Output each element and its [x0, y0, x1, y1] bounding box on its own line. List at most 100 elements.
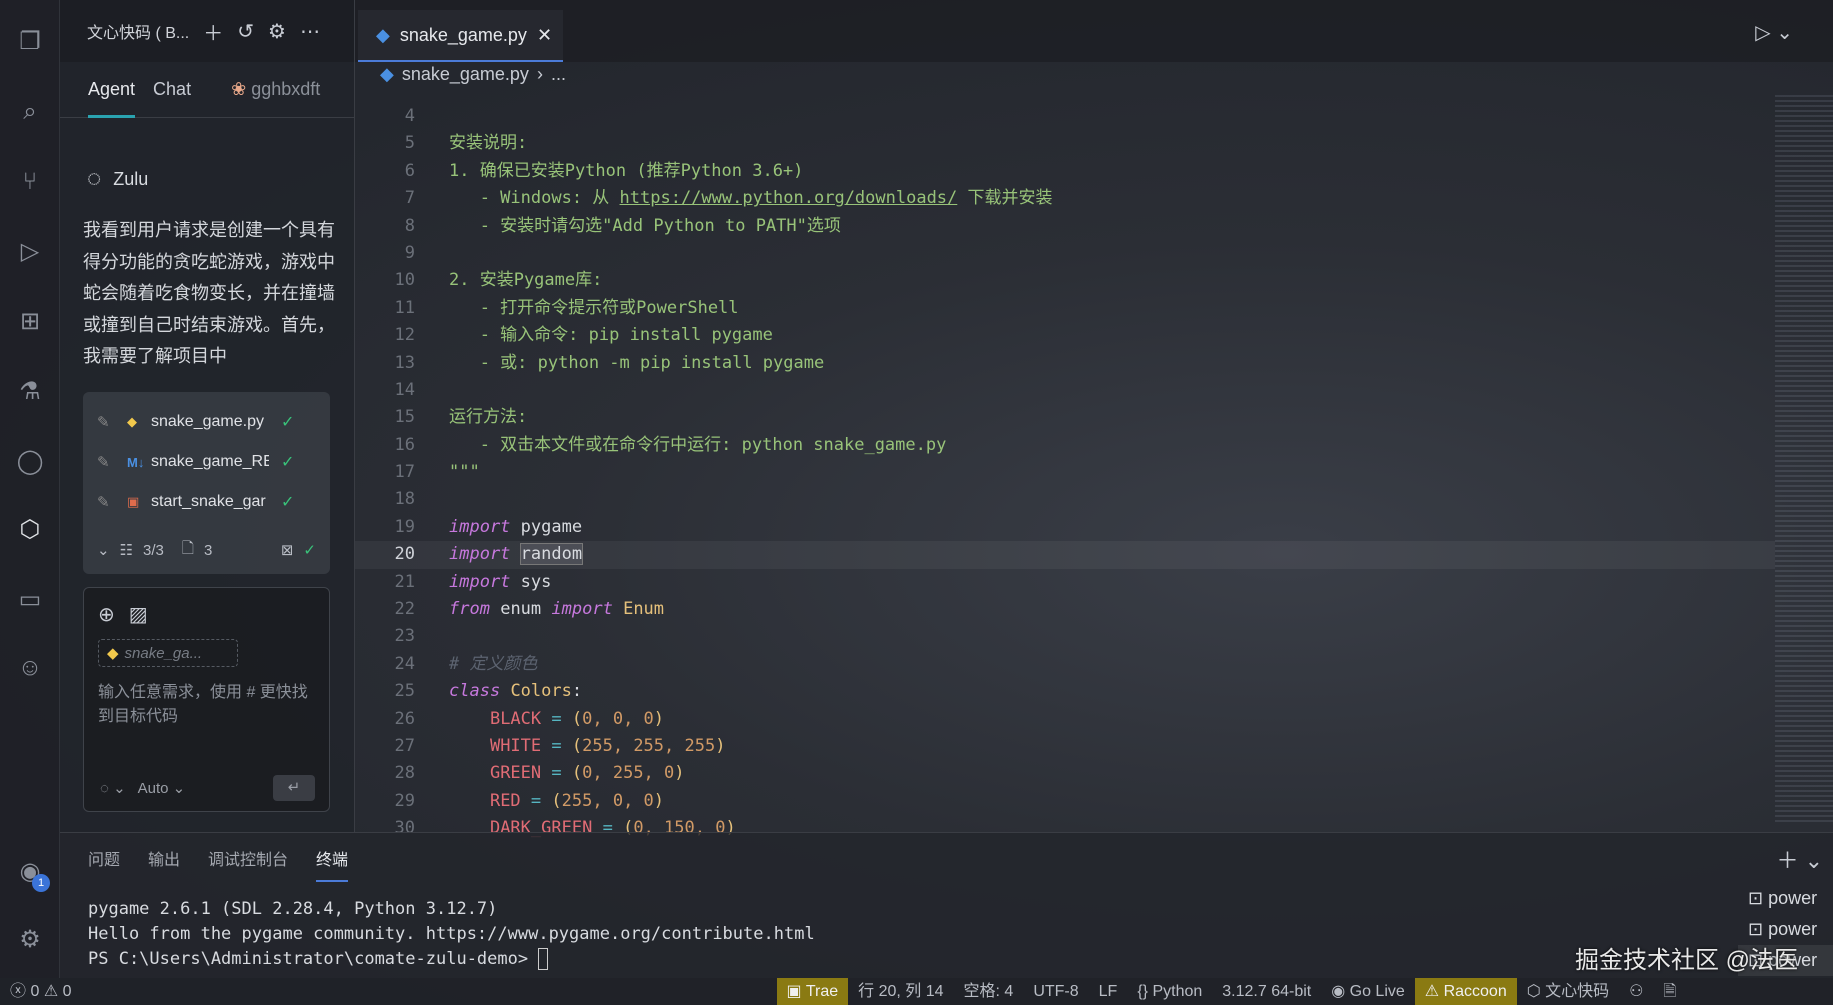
- agent-message: 我看到用户请求是创建一个具有得分功能的贪吃蛇游戏，游戏中蛇会随着吃食物变长，并在…: [83, 215, 343, 373]
- settings-gear-icon[interactable]: ⚙: [14, 924, 46, 956]
- breadcrumb-file[interactable]: snake_game.py: [402, 64, 529, 85]
- code-line: 14: [355, 377, 1775, 404]
- changed-files-card: ✎◆snake_game.py✓ ✎M↓snake_game_RE✓ ✎▣sta…: [83, 392, 330, 574]
- chat-input-placeholder[interactable]: 输入任意需求，使用 # 更快找到目标代码: [98, 681, 315, 729]
- wenxin-icon[interactable]: ⬡: [14, 514, 46, 546]
- wenxin-status[interactable]: ⬡ 文心快码: [1517, 978, 1619, 1005]
- raccoon-icon[interactable]: ◯: [14, 446, 46, 478]
- agent-name: Zulu: [113, 169, 148, 190]
- tasks-count: 3/3: [143, 542, 164, 559]
- reject-all-icon[interactable]: ⊠: [281, 541, 294, 559]
- tab-snake-game-py[interactable]: ◆snake_game.py✕: [358, 10, 563, 62]
- watermark: 掘金技术社区 @法医: [1575, 940, 1798, 975]
- code-line: 8 - 安装时请勾选"Add Python to PATH"选项: [355, 213, 1775, 240]
- tab-problems[interactable]: 问题: [88, 846, 120, 870]
- indentation[interactable]: 空格: 4: [954, 978, 1024, 1005]
- testing-icon[interactable]: ⚗: [14, 376, 46, 408]
- trae-icon[interactable]: ☺: [14, 652, 46, 684]
- file-item[interactable]: ✎M↓snake_game_RE✓: [97, 442, 316, 482]
- chat-input-box[interactable]: ⊕ ▨ ◆snake_ga... 输入任意需求，使用 # 更快找到目标代码 ◌ ⌄…: [83, 587, 330, 812]
- terminal-prompt: PS C:\Users\Administrator\comate-zulu-de…: [88, 949, 538, 969]
- code-line: 12 - 输入命令: pip install pygame: [355, 322, 1775, 349]
- tab-chat[interactable]: Chat: [153, 79, 191, 100]
- user-name[interactable]: ❀ gghbxdft: [231, 79, 320, 100]
- trae-status[interactable]: ▣ Trae: [777, 978, 849, 1005]
- raccoon-status[interactable]: ⚠ Raccoon: [1415, 978, 1517, 1005]
- new-terminal-plus-icon[interactable]: ＋ ⌄: [1776, 843, 1823, 875]
- bottom-panel: 问题 输出 调试控制台 终端 ＋ ⌄ pygame 2.6.1 (SDL 2.2…: [60, 832, 1833, 978]
- code-line: 28 GREEN = (0, 255, 0): [355, 760, 1775, 787]
- go-live[interactable]: ◉ Go Live: [1321, 978, 1415, 1005]
- context-file-chip[interactable]: ◆snake_ga...: [98, 639, 238, 667]
- remote-icon[interactable]: ▭: [14, 584, 46, 616]
- breadcrumb-more[interactable]: ...: [551, 64, 566, 85]
- tab-agent[interactable]: Agent: [88, 79, 135, 100]
- source-control-icon[interactable]: ⑂: [14, 166, 46, 198]
- check-icon: ✓: [281, 492, 294, 512]
- trae-icon: ▣: [787, 983, 802, 1000]
- tab-debug-console[interactable]: 调试控制台: [208, 846, 288, 870]
- python-file-icon: ◆: [376, 25, 390, 46]
- file-item[interactable]: ✎◆snake_game.py✓: [97, 402, 316, 442]
- account-icon[interactable]: ◉1: [14, 856, 46, 888]
- agent-selector-icon[interactable]: ◌ ⌄: [100, 779, 126, 797]
- search-icon[interactable]: ⌕: [14, 96, 46, 128]
- editor-tab-bar: ◆snake_game.py✕ ▷ ⌄: [355, 0, 1833, 62]
- edit-pencil-icon[interactable]: ✎: [97, 453, 119, 471]
- code-editor[interactable]: 45安装说明:61. 确保已安装Python (推荐Python 3.6+)7 …: [355, 103, 1775, 843]
- feedback-icon[interactable]: ⚇: [1619, 978, 1653, 1005]
- new-chat-plus-icon[interactable]: ＋: [203, 17, 223, 46]
- history-icon[interactable]: ↺: [237, 19, 254, 44]
- error-icon: ⓧ: [10, 983, 26, 1000]
- braces-icon: {}: [1137, 983, 1148, 1000]
- activity-bar: ❐ ⌕ ⑂ ▷ ⊞ ⚗ ◯ ⬡ ▭ ☺ ◉1 ⚙: [0, 0, 60, 978]
- file-icon: 🗋: [182, 538, 194, 563]
- send-button[interactable]: ↵: [273, 775, 315, 801]
- code-line: 11 - 打开命令提示符或PowerShell: [355, 295, 1775, 322]
- file-item[interactable]: ✎▣start_snake_gar✓: [97, 482, 316, 522]
- collapse-chevron-icon[interactable]: ⌄: [97, 541, 110, 559]
- encoding[interactable]: UTF-8: [1023, 978, 1088, 1005]
- files-icon[interactable]: ❐: [14, 26, 46, 58]
- accept-all-icon[interactable]: ✓: [303, 541, 316, 559]
- terminal-line: pygame 2.6.1 (SDL 2.28.4, Python 3.12.7): [88, 897, 1833, 922]
- close-tab-icon[interactable]: ✕: [537, 25, 552, 46]
- code-comment: # 定义颜色: [449, 654, 537, 674]
- tab-terminal[interactable]: 终端: [316, 846, 348, 870]
- code-token: pygame: [521, 517, 582, 537]
- edit-pencil-icon[interactable]: ✎: [97, 493, 119, 511]
- terminal-icon: ⊡: [1748, 888, 1763, 908]
- python-interpreter[interactable]: 3.12.7 64-bit: [1212, 978, 1321, 1005]
- terminal-output[interactable]: pygame 2.6.1 (SDL 2.28.4, Python 3.12.7)…: [60, 897, 1833, 972]
- chevron-right-icon: ›: [537, 64, 543, 85]
- terminal-line: Hello from the pygame community. https:/…: [88, 922, 1833, 947]
- cursor-position[interactable]: 行 20, 列 14: [848, 978, 953, 1005]
- code-line: 13 - 或: python -m pip install pygame: [355, 350, 1775, 377]
- image-upload-icon[interactable]: ▨: [129, 602, 148, 627]
- file-count: 3: [204, 542, 212, 559]
- run-debug-icon[interactable]: ▷: [14, 236, 46, 268]
- terminal-item[interactable]: ⊡ power: [1738, 883, 1833, 914]
- panel-title: 文心快码 ( B...: [87, 19, 189, 43]
- problems-status[interactable]: ⓧ 0 ⚠ 0: [0, 978, 82, 1005]
- extensions-icon[interactable]: ⊞: [14, 306, 46, 338]
- code-line: 5安装说明:: [355, 130, 1775, 157]
- warning-icon: ⚠: [44, 983, 58, 1000]
- edit-pencil-icon[interactable]: ✎: [97, 413, 119, 431]
- line-ending[interactable]: LF: [1089, 978, 1128, 1005]
- run-python-file-button[interactable]: ▷ ⌄: [1755, 20, 1793, 45]
- code-line: 18: [355, 486, 1775, 513]
- notifications-icon[interactable]: 🗎: [1654, 978, 1687, 1005]
- tab-output[interactable]: 输出: [148, 846, 180, 870]
- add-context-icon[interactable]: ⊕: [98, 602, 115, 627]
- settings-icon[interactable]: ⚙: [268, 19, 286, 44]
- code-line: 17""": [355, 459, 1775, 486]
- check-icon: ✓: [281, 452, 294, 472]
- download-link[interactable]: https://www.python.org/downloads/: [620, 188, 958, 208]
- model-mode-dropdown[interactable]: Auto ⌄: [138, 779, 186, 797]
- language-mode[interactable]: {} Python: [1127, 978, 1212, 1005]
- python-file-icon: ◆: [107, 644, 119, 662]
- minimap[interactable]: [1775, 95, 1833, 825]
- tasks-list-icon: ☷: [120, 541, 133, 559]
- more-icon[interactable]: ⋯: [300, 19, 320, 44]
